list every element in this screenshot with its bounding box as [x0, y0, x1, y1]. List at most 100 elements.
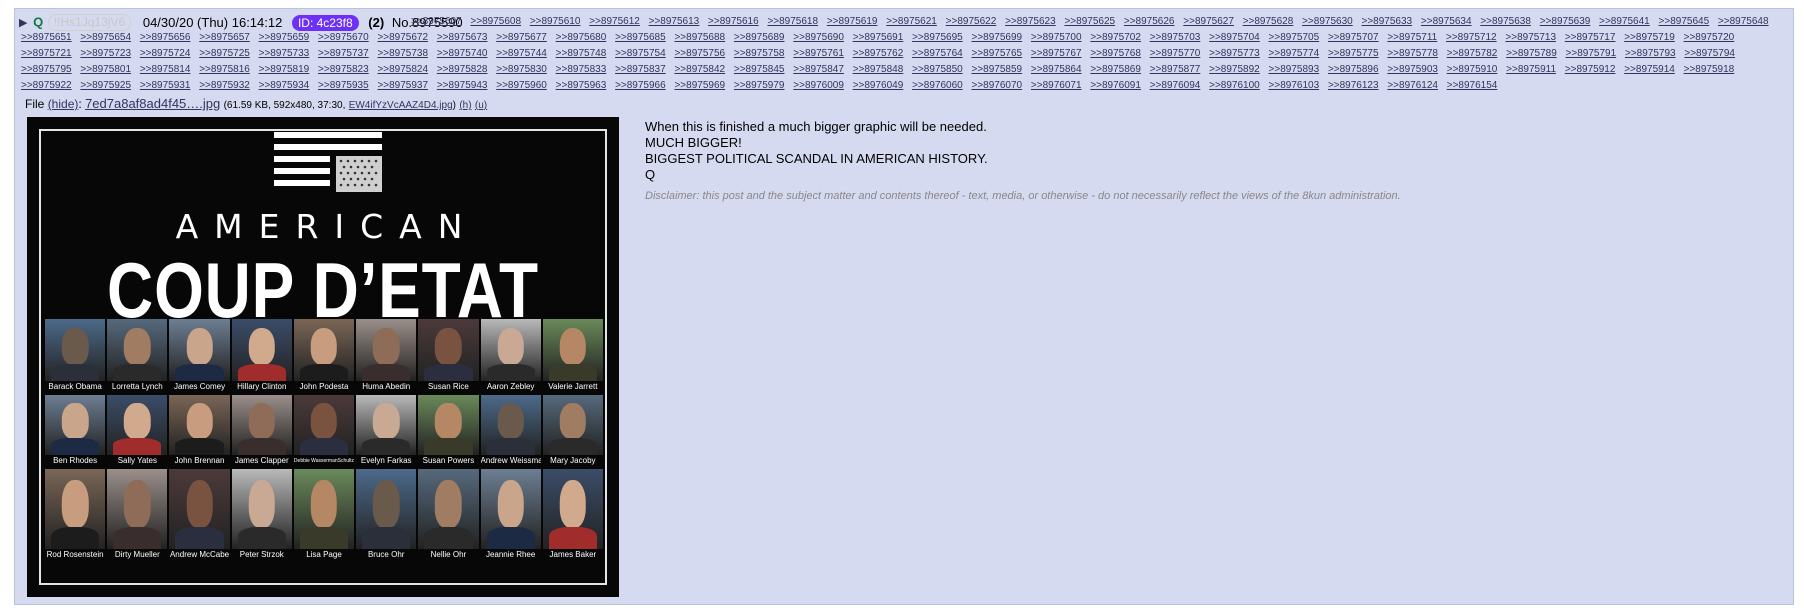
backlink[interactable]: >>8975711 [1387, 32, 1437, 43]
backlink[interactable]: >>8975764 [912, 48, 963, 59]
backlink[interactable]: >>8975689 [734, 32, 785, 43]
backlink[interactable]: >>8975768 [1090, 48, 1141, 59]
backlink[interactable]: >>8975672 [377, 32, 428, 43]
backlink[interactable]: >>8975630 [1302, 16, 1353, 27]
backlink[interactable]: >>8975699 [972, 32, 1023, 43]
file-h-link[interactable]: (h) [459, 100, 471, 111]
hide-file-link[interactable]: (hide) [48, 97, 79, 111]
backlink[interactable]: >>8975937 [377, 80, 428, 91]
backlink[interactable]: >>8975705 [1269, 32, 1320, 43]
backlink[interactable]: >>8975910 [1447, 64, 1498, 75]
backlink[interactable]: >>8975824 [377, 64, 428, 75]
backlink[interactable]: >>8975896 [1328, 64, 1379, 75]
backlink[interactable]: >>8975931 [140, 80, 191, 91]
backlink[interactable]: >>8975935 [318, 80, 369, 91]
backlink[interactable]: >>8975608 [470, 16, 521, 27]
backlink[interactable]: >>8975903 [1387, 64, 1438, 75]
backlink[interactable]: >>8975654 [80, 32, 131, 43]
backlink[interactable]: >>8975754 [615, 48, 666, 59]
backlink[interactable]: >>8975625 [1064, 16, 1115, 27]
backlink[interactable]: >>8975616 [708, 16, 759, 27]
backlink[interactable]: >>8975738 [377, 48, 428, 59]
backlink[interactable]: >>8975828 [437, 64, 488, 75]
backlink[interactable]: >>8975744 [496, 48, 547, 59]
backlink[interactable]: >>8976124 [1387, 80, 1438, 91]
backlink[interactable]: >>8975641 [1599, 16, 1650, 27]
backlink[interactable]: >>8975960 [496, 80, 547, 91]
backlink[interactable]: >>8975859 [972, 64, 1023, 75]
backlink[interactable]: >>8976091 [1090, 80, 1141, 91]
backlink[interactable]: >>8975702 [1090, 32, 1141, 43]
backlink[interactable]: >>8975648 [1718, 16, 1769, 27]
original-filename-link[interactable]: EW4ifYzVcAAZ4D4.jpg [349, 100, 453, 111]
backlink[interactable]: >>8975869 [1090, 64, 1141, 75]
backlink[interactable]: >>8975833 [556, 64, 607, 75]
backlink[interactable]: >>8975943 [437, 80, 488, 91]
backlink[interactable]: >>8975877 [1150, 64, 1201, 75]
backlink[interactable]: >>8975713 [1505, 32, 1556, 43]
backlink[interactable]: >>8975979 [734, 80, 785, 91]
backlink[interactable]: >>8975695 [912, 32, 963, 43]
backlink[interactable]: >>8976123 [1328, 80, 1379, 91]
backlink[interactable]: >>8975623 [1005, 16, 1056, 27]
backlink[interactable]: >>8975765 [972, 48, 1023, 59]
backlink[interactable]: >>8975782 [1447, 48, 1498, 59]
backlink[interactable]: >>8975934 [259, 80, 310, 91]
backlink[interactable]: >>8975670 [318, 32, 369, 43]
backlink[interactable]: >>8975724 [140, 48, 191, 59]
backlink[interactable]: >>8975626 [1124, 16, 1175, 27]
backlink[interactable]: >>8975680 [556, 32, 607, 43]
backlink[interactable]: >>8975778 [1387, 48, 1438, 59]
backlink[interactable]: >>8975773 [1209, 48, 1260, 59]
backlink[interactable]: >>8975673 [437, 32, 488, 43]
backlink[interactable]: >>8976060 [912, 80, 963, 91]
backlink[interactable]: >>8975656 [140, 32, 191, 43]
backlink[interactable]: >>8975848 [853, 64, 904, 75]
backlink[interactable]: >>8975712 [1446, 32, 1497, 43]
backlink[interactable]: >>8975659 [259, 32, 310, 43]
backlink[interactable]: >>8975969 [674, 80, 725, 91]
backlink[interactable]: >>8975700 [1031, 32, 1082, 43]
backlink[interactable]: >>8975814 [140, 64, 191, 75]
backlink[interactable]: >>8975740 [437, 48, 488, 59]
backlink[interactable]: >>8975767 [1031, 48, 1082, 59]
backlink[interactable]: >>8975688 [674, 32, 725, 43]
backlink[interactable]: >>8975704 [1209, 32, 1260, 43]
backlink[interactable]: >>8975634 [1421, 16, 1472, 27]
backlink[interactable]: >>8975720 [1684, 32, 1735, 43]
backlink[interactable]: >>8975911 [1506, 64, 1556, 75]
backlink[interactable]: >>8975793 [1625, 48, 1676, 59]
backlink[interactable]: >>8975845 [734, 64, 785, 75]
backlink[interactable]: >>8975850 [912, 64, 963, 75]
backlink[interactable]: >>8975733 [259, 48, 310, 59]
backlink[interactable]: >>8975892 [1209, 64, 1260, 75]
backlink[interactable]: >>8975621 [886, 16, 937, 27]
backlink[interactable]: >>8975932 [199, 80, 250, 91]
backlink[interactable]: >>8975690 [793, 32, 844, 43]
backlink[interactable]: >>8975677 [496, 32, 547, 43]
backlink[interactable]: >>8975610 [530, 16, 581, 27]
backlink[interactable]: >>8976070 [972, 80, 1023, 91]
backlink[interactable]: >>8975801 [80, 64, 131, 75]
backlink[interactable]: >>8976094 [1150, 80, 1201, 91]
backlink[interactable]: >>8976049 [853, 80, 904, 91]
backlink[interactable]: >>8975707 [1328, 32, 1379, 43]
backlink[interactable]: >>8975830 [496, 64, 547, 75]
backlink[interactable]: >>8975914 [1624, 64, 1675, 75]
backlink[interactable]: >>8975725 [199, 48, 250, 59]
backlink[interactable]: >>8975748 [556, 48, 607, 59]
backlink[interactable]: >>8975628 [1243, 16, 1294, 27]
backlink[interactable]: >>8975607 [411, 16, 462, 27]
backlink[interactable]: >>8975794 [1684, 48, 1735, 59]
backlink[interactable]: >>8975657 [199, 32, 250, 43]
backlink[interactable]: >>8975966 [615, 80, 666, 91]
backlink[interactable]: >>8975925 [80, 80, 131, 91]
backlink[interactable]: >>8975893 [1269, 64, 1320, 75]
backlink[interactable]: >>8975774 [1269, 48, 1320, 59]
backlink[interactable]: >>8975842 [674, 64, 725, 75]
backlink[interactable]: >>8975795 [21, 64, 72, 75]
backlink[interactable]: >>8975638 [1480, 16, 1531, 27]
backlink[interactable]: >>8976154 [1447, 80, 1498, 91]
backlink[interactable]: >>8975639 [1540, 16, 1591, 27]
backlink[interactable]: >>8975703 [1150, 32, 1201, 43]
